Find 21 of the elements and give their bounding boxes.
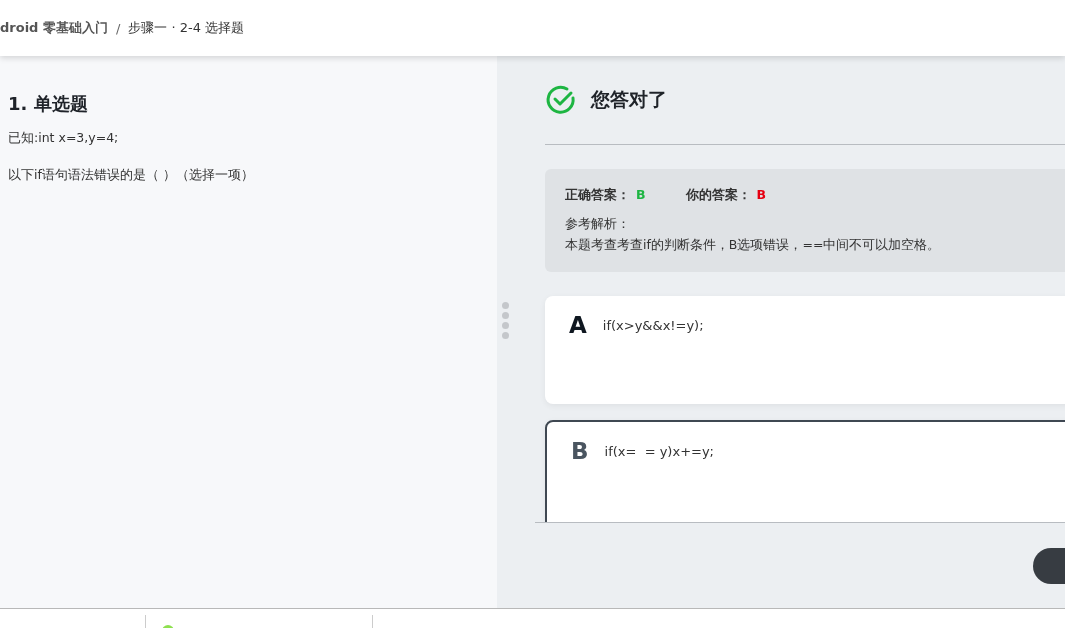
option-text: if(x>y&&x!=y);	[602, 317, 704, 333]
correct-answer: B	[636, 187, 646, 202]
analysis-text: 本题考查考查if的判断条件，B选项错误，==中间不可以加空格。	[565, 237, 942, 254]
correct-answer-label: 正确答案：	[565, 187, 630, 204]
option-letter: B	[571, 438, 589, 464]
breadcrumb-separator: /	[115, 20, 121, 36]
option-card[interactable]: A if(x>y&&x!=y);	[545, 296, 1065, 404]
breadcrumb-current: 步骤一 · 2-4 选择题	[128, 19, 245, 37]
analysis-label: 参考解析：	[565, 216, 631, 233]
your-answer: B	[756, 187, 767, 202]
option-card[interactable]: B if(x= = y)x+=y;	[545, 420, 1065, 522]
result-title: 您答对了	[591, 87, 667, 112]
option-text: if(x= = y)x+=y;	[604, 443, 714, 459]
question-text: 已知:int x=3,y=4;	[8, 130, 120, 147]
drag-handle-icon[interactable]	[502, 302, 509, 339]
your-answer-label: 你的答案：	[685, 187, 751, 204]
check-circle-icon	[545, 84, 577, 116]
question-title: 1. 单选题	[8, 92, 89, 116]
breadcrumb-link[interactable]: droid 零基础入门	[0, 19, 108, 37]
option-letter: A	[569, 312, 587, 338]
question-text: 以下if语句语法错误的是（ ）（选择一项）	[8, 167, 255, 184]
